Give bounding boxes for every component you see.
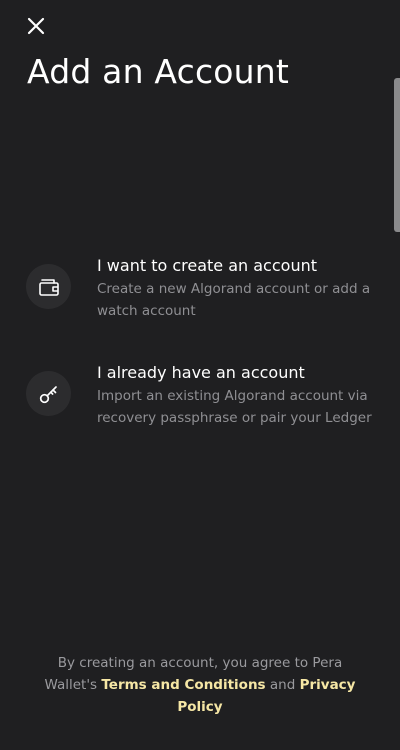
terms-conjunction: and (269, 677, 296, 693)
wallet-icon (38, 278, 59, 296)
page-title: Add an Account (27, 52, 290, 91)
existing-account-option[interactable]: I already have an account Import an exis… (0, 361, 400, 433)
existing-account-description: Import an existing Algorand account via … (97, 388, 372, 426)
scrollbar[interactable] (394, 78, 400, 232)
close-icon (27, 17, 45, 35)
add-account-screen: Add an Account I want to create an accou… (0, 0, 400, 750)
create-account-text: I want to create an account Create a new… (97, 254, 387, 322)
existing-account-text: I already have an account Import an exis… (97, 361, 387, 429)
key-icon-circle (26, 371, 71, 416)
wallet-icon-circle (26, 264, 71, 309)
create-account-description: Create a new Algorand account or add a w… (97, 281, 371, 319)
terms-link[interactable]: Terms and Conditions (101, 677, 265, 693)
key-icon (39, 385, 57, 403)
close-button[interactable] (22, 12, 50, 40)
terms-footer: By creating an account, you agree to Per… (40, 652, 360, 718)
existing-account-title: I already have an account (97, 363, 305, 382)
create-account-title: I want to create an account (97, 256, 317, 275)
create-account-option[interactable]: I want to create an account Create a new… (0, 254, 400, 324)
